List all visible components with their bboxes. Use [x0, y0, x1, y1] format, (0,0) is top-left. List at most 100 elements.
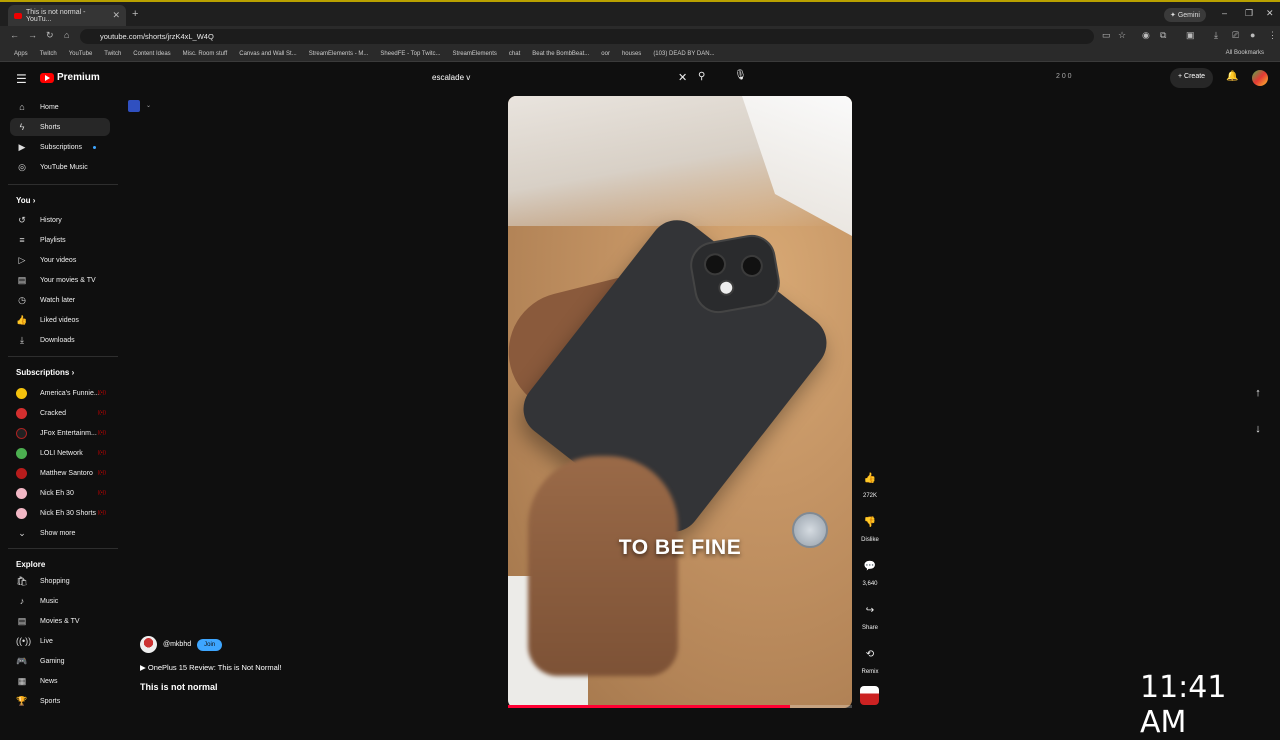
- all-bookmarks[interactable]: All Bookmarks: [1226, 50, 1264, 56]
- sidebar-sub-item[interactable]: Cracked ((•)): [10, 404, 110, 422]
- account-avatar[interactable]: [1252, 70, 1268, 86]
- remix-button[interactable]: ⟲ Remix: [854, 644, 886, 675]
- related-video-title: OnePlus 15 Review: This is Not Normal!: [147, 663, 282, 672]
- new-tab-icon[interactable]: +: [132, 8, 138, 20]
- sidebar-item-subscriptions[interactable]: ▶ Subscriptions: [10, 138, 110, 156]
- close-window-icon[interactable]: ✕: [1266, 8, 1274, 19]
- sidebar-sub-item[interactable]: Matthew Santoro ((•)): [10, 464, 110, 482]
- extension-icon[interactable]: ◉: [1142, 30, 1150, 41]
- related-video-link[interactable]: ▶ OnePlus 15 Review: This is Not Normal!: [140, 663, 282, 672]
- sidebar-sub-item[interactable]: Nick Eh 30 ((•)): [10, 484, 110, 502]
- bookmark-item[interactable]: SheedFE - Top Twitc...: [380, 51, 440, 57]
- sidebar-item-label: Nick Eh 30 Shorts: [40, 509, 97, 517]
- shopping-icon: 🛍: [16, 575, 28, 586]
- sidebar-item-youtube-music[interactable]: ◎ YouTube Music: [10, 158, 110, 176]
- bookmark-item[interactable]: StreamElements: [453, 51, 497, 57]
- next-short-arrow-icon[interactable]: ↓: [1247, 418, 1269, 440]
- sidebar-sub-item[interactable]: JFox Entertainm... ((•)): [10, 424, 110, 442]
- bookmark-item[interactable]: (103) DEAD BY DAN...: [653, 51, 714, 57]
- channel-handle[interactable]: @mkbhd: [163, 641, 191, 648]
- extension-chip-icon[interactable]: [128, 100, 140, 112]
- sidebar-item-music[interactable]: ♪ Music: [10, 592, 110, 610]
- address-bar[interactable]: youtube.com/shorts/jrzK4xL_W4Q: [80, 29, 1094, 44]
- dislike-button[interactable]: 👎 Dislike: [854, 512, 886, 543]
- bookmark-item[interactable]: Canvas and Wall St...: [239, 51, 296, 57]
- chevron-down-icon[interactable]: ⌄: [146, 102, 151, 109]
- subscriptions-heading[interactable]: Subscriptions ›: [16, 368, 74, 377]
- previous-short-arrow-icon[interactable]: ↑: [1247, 382, 1269, 404]
- sidebar-item-movies-tv[interactable]: ▤ Movies & TV: [10, 612, 110, 630]
- comments-button[interactable]: 💬 3,640: [854, 556, 886, 587]
- sidebar-item-liked-videos[interactable]: 👍 Liked videos: [10, 311, 110, 329]
- channel-avatar[interactable]: [140, 636, 157, 653]
- sidebar-sub-item[interactable]: Nick Eh 30 Shorts ((•)): [10, 504, 110, 522]
- gaming-icon: 🎮: [16, 655, 28, 666]
- hamburger-menu-icon[interactable]: ☰: [16, 72, 27, 86]
- notifications-bell-icon[interactable]: 🔔: [1226, 71, 1238, 82]
- bookmark-item[interactable]: Beat the BombBeat...: [532, 51, 589, 57]
- share-button[interactable]: ↪ Share: [854, 600, 886, 631]
- shorts-icon: ϟ: [19, 122, 25, 132]
- back-icon[interactable]: ←: [10, 30, 19, 40]
- clear-search-icon[interactable]: ✕: [678, 71, 687, 84]
- bookmark-item[interactable]: Apps: [14, 51, 28, 57]
- sidebar-sub-item[interactable]: America's Funnie... ((•)): [10, 384, 110, 402]
- short-video-player[interactable]: TO BE FINE: [508, 96, 852, 708]
- sidebar-item-home[interactable]: ⌂ Home: [10, 98, 110, 116]
- install-icon[interactable]: ▭: [1102, 30, 1111, 41]
- sidebar-item-watch-later[interactable]: ◷ Watch later: [10, 291, 110, 309]
- create-button[interactable]: + Create: [1170, 68, 1214, 88]
- sidebar-item-history[interactable]: ↺ History: [10, 211, 110, 229]
- bookmark-item[interactable]: YouTube: [69, 51, 93, 57]
- reload-icon[interactable]: ↻: [46, 30, 54, 41]
- show-more-button[interactable]: ⌄ Show more: [10, 524, 110, 542]
- profile-icon[interactable]: ●: [1250, 30, 1255, 40]
- sidebar-item-your-movies[interactable]: ▤ Your movies & TV: [10, 271, 110, 289]
- bookmark-item[interactable]: Twitch: [104, 51, 121, 57]
- puzzle-icon[interactable]: ⧉: [1160, 30, 1166, 41]
- sidebar-item-sports[interactable]: 🏆 Sports: [10, 692, 110, 710]
- restore-icon[interactable]: ❐: [1245, 8, 1253, 19]
- sidebar-item-your-videos[interactable]: ▷ Your videos: [10, 251, 110, 269]
- forward-icon[interactable]: →: [28, 30, 37, 40]
- gemini-button[interactable]: ✦ Gemini: [1164, 8, 1206, 22]
- bookmark-item[interactable]: Twitch: [40, 51, 57, 57]
- sound-thumbnail[interactable]: [860, 686, 879, 705]
- you-heading[interactable]: You ›: [16, 196, 35, 205]
- sidebar-item-downloads[interactable]: ⤓ Downloads: [10, 331, 110, 349]
- video-progress-bar[interactable]: [508, 705, 852, 708]
- youtube-logo[interactable]: Premium: [40, 72, 100, 83]
- home-browser-icon[interactable]: ⌂: [64, 30, 69, 40]
- sidebar-item-gaming[interactable]: 🎮 Gaming: [10, 652, 110, 670]
- join-button[interactable]: Join: [197, 638, 223, 651]
- bookmark-item[interactable]: Content Ideas: [133, 51, 170, 57]
- menu-dots-icon[interactable]: ⋮: [1268, 30, 1277, 41]
- share-label: Share: [861, 625, 878, 631]
- sidebar-item-label: Movies & TV: [40, 617, 80, 625]
- search-input[interactable]: escalade v: [424, 67, 692, 89]
- bookmark-star-icon[interactable]: ☆: [1118, 30, 1126, 41]
- sidebar-item-shorts[interactable]: ϟ Shorts: [10, 118, 110, 136]
- sidepanel-icon[interactable]: ▣: [1186, 30, 1195, 41]
- search-icon[interactable]: ⚲: [698, 71, 705, 82]
- minimize-icon[interactable]: –: [1222, 8, 1227, 18]
- close-tab-icon[interactable]: ✕: [112, 10, 120, 21]
- bookmark-item[interactable]: oor: [601, 51, 610, 57]
- subscriptions-icon: ▶: [18, 141, 26, 152]
- sidebar-sub-item[interactable]: LOLI Network ((•)): [10, 444, 110, 462]
- bookmark-item[interactable]: chat: [509, 51, 520, 57]
- your-videos-icon: ▷: [18, 254, 26, 265]
- cast-icon[interactable]: ⎚: [1232, 30, 1239, 41]
- sidebar-item-playlists[interactable]: ≡ Playlists: [10, 231, 110, 249]
- bookmark-item[interactable]: Misc. Room stuff: [183, 51, 228, 57]
- sidebar-item-live[interactable]: ((•)) Live: [10, 632, 110, 650]
- sidebar-item-news[interactable]: ▦ News: [10, 672, 110, 690]
- bookmark-item[interactable]: houses: [622, 51, 641, 57]
- bookmark-item[interactable]: StreamElements - M...: [309, 51, 369, 57]
- downloads-browser-icon[interactable]: ⤓: [1214, 30, 1218, 41]
- like-button[interactable]: 👍 272K: [854, 468, 886, 499]
- sidebar-item-shopping[interactable]: 🛍 Shopping: [10, 572, 110, 590]
- sidebar: ⌂ Home ϟ Shorts ▶ Subscriptions ◎ YouTube Mu…: [0, 96, 122, 720]
- microphone-icon[interactable]: 🎙: [734, 70, 747, 81]
- browser-tab[interactable]: This is not normal - YouTu... ✕: [8, 5, 126, 26]
